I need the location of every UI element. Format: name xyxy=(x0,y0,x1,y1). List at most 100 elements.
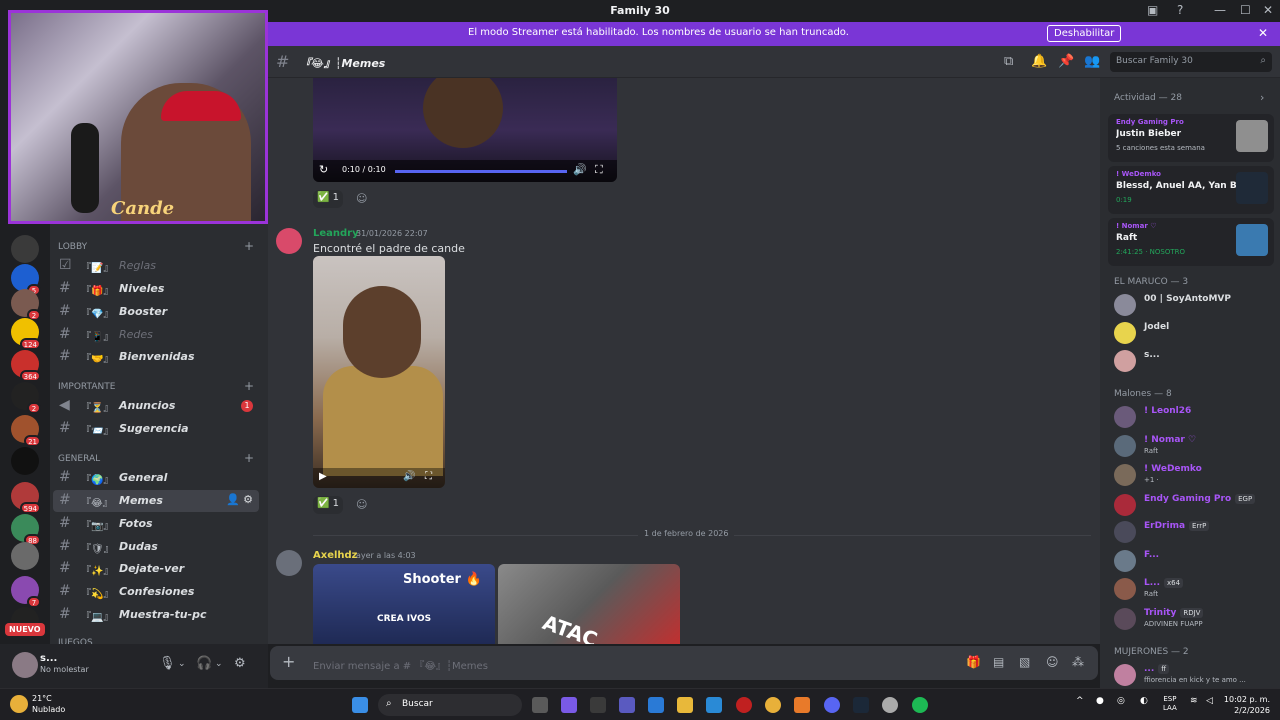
channel-sugerencia[interactable]: # 『📨』 Sugerencia xyxy=(53,418,259,440)
channel-niveles[interactable]: # 『🎁』 Niveles xyxy=(53,278,259,300)
activity-card[interactable]: ! WeDemko Blessd, Anuel AA, Yan Bloc... 0:… xyxy=(1108,166,1274,214)
windows-start-icon[interactable] xyxy=(352,697,368,713)
reaction-check[interactable]: ✅ 1 xyxy=(313,190,344,208)
channel-bienvenidas[interactable]: # 『🤝』 Bienvenidas xyxy=(53,346,259,368)
tray-icon[interactable]: ◎ xyxy=(1117,696,1125,706)
edge-icon[interactable] xyxy=(706,697,722,713)
weather-widget[interactable]: 21°C Nublado xyxy=(32,693,65,715)
gear-icon[interactable]: ⚙ xyxy=(234,656,246,671)
language-indicator[interactable]: ESP LAA xyxy=(1163,695,1177,713)
bell-icon[interactable]: 🔔 xyxy=(1031,54,1047,69)
teams-icon[interactable] xyxy=(619,697,635,713)
avatar[interactable] xyxy=(12,652,38,678)
app-icon[interactable] xyxy=(590,697,606,713)
category-lobby[interactable]: LOBBY xyxy=(58,242,87,252)
channel-booster[interactable]: # 『💎』 Booster xyxy=(53,301,259,323)
image-attachment[interactable]: Shooter 🔥 CREA IVOS xyxy=(313,564,495,644)
video-attachment[interactable]: ↻ 0:10 / 0:10 🔊 ⛶ xyxy=(313,78,617,182)
add-reaction-icon[interactable]: ☺ xyxy=(356,498,367,511)
steam-icon[interactable] xyxy=(853,697,869,713)
server-icon[interactable]: 124 xyxy=(11,318,41,350)
reaction-check[interactable]: ✅ 1 xyxy=(313,496,344,514)
channel-redes[interactable]: # 『📱』 Redes xyxy=(53,324,259,346)
volume-icon[interactable]: ◁ xyxy=(1206,696,1213,706)
video-attachment[interactable]: ▶ 🔊 ⛶ xyxy=(313,256,445,488)
channel-dejate-ver[interactable]: # 『✨』 Dejate-ver xyxy=(53,558,259,580)
channel-fotos[interactable]: # 『📷』 Fotos xyxy=(53,513,259,535)
apps-icon[interactable]: ⁂ xyxy=(1072,655,1084,669)
microphone-icon[interactable]: 🎙 xyxy=(159,656,176,671)
gift-icon[interactable]: 🎁 xyxy=(966,655,981,669)
close-icon[interactable]: ✕ xyxy=(1258,26,1268,40)
search-input[interactable]: Buscar Family 30 ⌕ xyxy=(1110,52,1272,72)
message-author[interactable]: Axelhdz xyxy=(313,550,358,561)
member-item[interactable]: ! Nomar ♡ Raft xyxy=(1114,433,1276,459)
play-icon[interactable]: ▶ xyxy=(319,471,327,482)
category-general[interactable]: GENERAL xyxy=(58,454,100,464)
server-icon[interactable]: 5 xyxy=(11,264,41,296)
server-icon[interactable]: 7 xyxy=(11,576,41,608)
sticker-icon[interactable]: ▧ xyxy=(1019,655,1030,669)
server-icon[interactable] xyxy=(11,235,39,263)
store-icon[interactable] xyxy=(648,697,664,713)
member-item[interactable]: Trinity RDJV ADIVINEN FUAPP xyxy=(1114,606,1276,632)
obs-icon[interactable] xyxy=(882,697,898,713)
server-icon[interactable] xyxy=(11,542,39,570)
gif-icon[interactable]: ▤ xyxy=(993,655,1004,669)
server-icon[interactable]: 88 xyxy=(11,514,41,546)
channel-general[interactable]: # 『🌍』 General xyxy=(53,467,259,489)
add-channel-icon[interactable]: + xyxy=(244,239,254,253)
server-icon[interactable]: 2 xyxy=(11,289,41,321)
member-item[interactable]: s... xyxy=(1114,348,1276,374)
chrome-icon[interactable] xyxy=(765,697,781,713)
channel-muestra-tu-pc[interactable]: # 『💻』 Muestra-tu-pc xyxy=(53,604,259,626)
maximize-button[interactable]: ☐ xyxy=(1240,3,1251,17)
chevron-right-icon[interactable]: › xyxy=(1260,91,1264,104)
disable-streamer-button[interactable]: Deshabilitar xyxy=(1047,25,1122,42)
member-item[interactable]: Jodel xyxy=(1114,320,1276,346)
channel-memes[interactable]: # 『😂』 Memes 👤 ⚙ xyxy=(53,490,259,512)
channel-dudas[interactable]: # 『🛡』 Dudas xyxy=(53,536,259,558)
member-item[interactable]: ! WeDemko +1 · xyxy=(1114,462,1276,488)
minimize-button[interactable]: — xyxy=(1214,3,1226,17)
chevron-down-icon[interactable]: ⌄ xyxy=(178,659,186,669)
discord-icon[interactable] xyxy=(824,697,840,713)
add-attachment-icon[interactable]: + xyxy=(282,652,295,671)
help-icon[interactable]: ? xyxy=(1177,3,1183,17)
volume-icon[interactable]: 🔊 xyxy=(403,471,415,482)
server-icon[interactable] xyxy=(11,447,39,475)
activity-card[interactable]: ! Nomar ♡ Raft 2:41:25 · NOSOTRO xyxy=(1108,218,1274,266)
add-reaction-icon[interactable]: ☺ xyxy=(356,192,367,205)
spotify-icon[interactable] xyxy=(912,697,928,713)
tray-icon[interactable]: ◐ xyxy=(1140,696,1148,706)
video-progress[interactable] xyxy=(395,170,567,173)
member-item[interactable]: ... ff ffiorencia en kick y te amo ... xyxy=(1114,662,1276,688)
channel-anuncios[interactable]: ◀ 『⏳』 Anuncios 1 xyxy=(53,395,259,417)
threads-icon[interactable]: ⧉ xyxy=(1004,54,1013,69)
close-window-button[interactable]: ✕ xyxy=(1263,3,1273,17)
add-channel-icon[interactable]: + xyxy=(244,379,254,393)
add-channel-icon[interactable]: + xyxy=(244,451,254,465)
channel-settings-icon[interactable]: 👤 ⚙ xyxy=(226,493,253,506)
fullscreen-icon[interactable]: ⛶ xyxy=(425,471,432,482)
avatar[interactable] xyxy=(276,228,302,254)
channel-confesiones[interactable]: # 『💫』 Confesiones xyxy=(53,581,259,603)
weather-icon[interactable] xyxy=(10,695,28,713)
member-item[interactable]: L... x64 Raft xyxy=(1114,576,1276,602)
copilot-icon[interactable] xyxy=(561,697,577,713)
opera-icon[interactable] xyxy=(736,697,752,713)
message-author[interactable]: Leandry xyxy=(313,228,359,239)
avatar[interactable] xyxy=(276,550,302,576)
wifi-icon[interactable]: ≋ xyxy=(1190,696,1198,706)
pin-icon[interactable]: 📌 xyxy=(1058,54,1074,69)
channel-reglas[interactable]: ☑ 『📝』 Reglas xyxy=(53,255,259,277)
member-item[interactable]: ! Leonl26 xyxy=(1114,404,1276,430)
tray-icon[interactable]: ● xyxy=(1096,696,1104,706)
members-icon[interactable]: 👥 xyxy=(1084,54,1100,69)
message-composer[interactable]: + Enviar mensaje a # 『😂』┆Memes 🎁 ▤ ▧ ☺ ⁂ xyxy=(270,646,1098,680)
server-icon[interactable]: 364 xyxy=(11,350,41,382)
category-importante[interactable]: IMPORTANTE xyxy=(58,382,115,392)
image-attachment[interactable]: ATAC xyxy=(498,564,680,644)
member-item[interactable]: F... xyxy=(1114,548,1276,574)
replay-icon[interactable]: ↻ xyxy=(319,163,328,176)
